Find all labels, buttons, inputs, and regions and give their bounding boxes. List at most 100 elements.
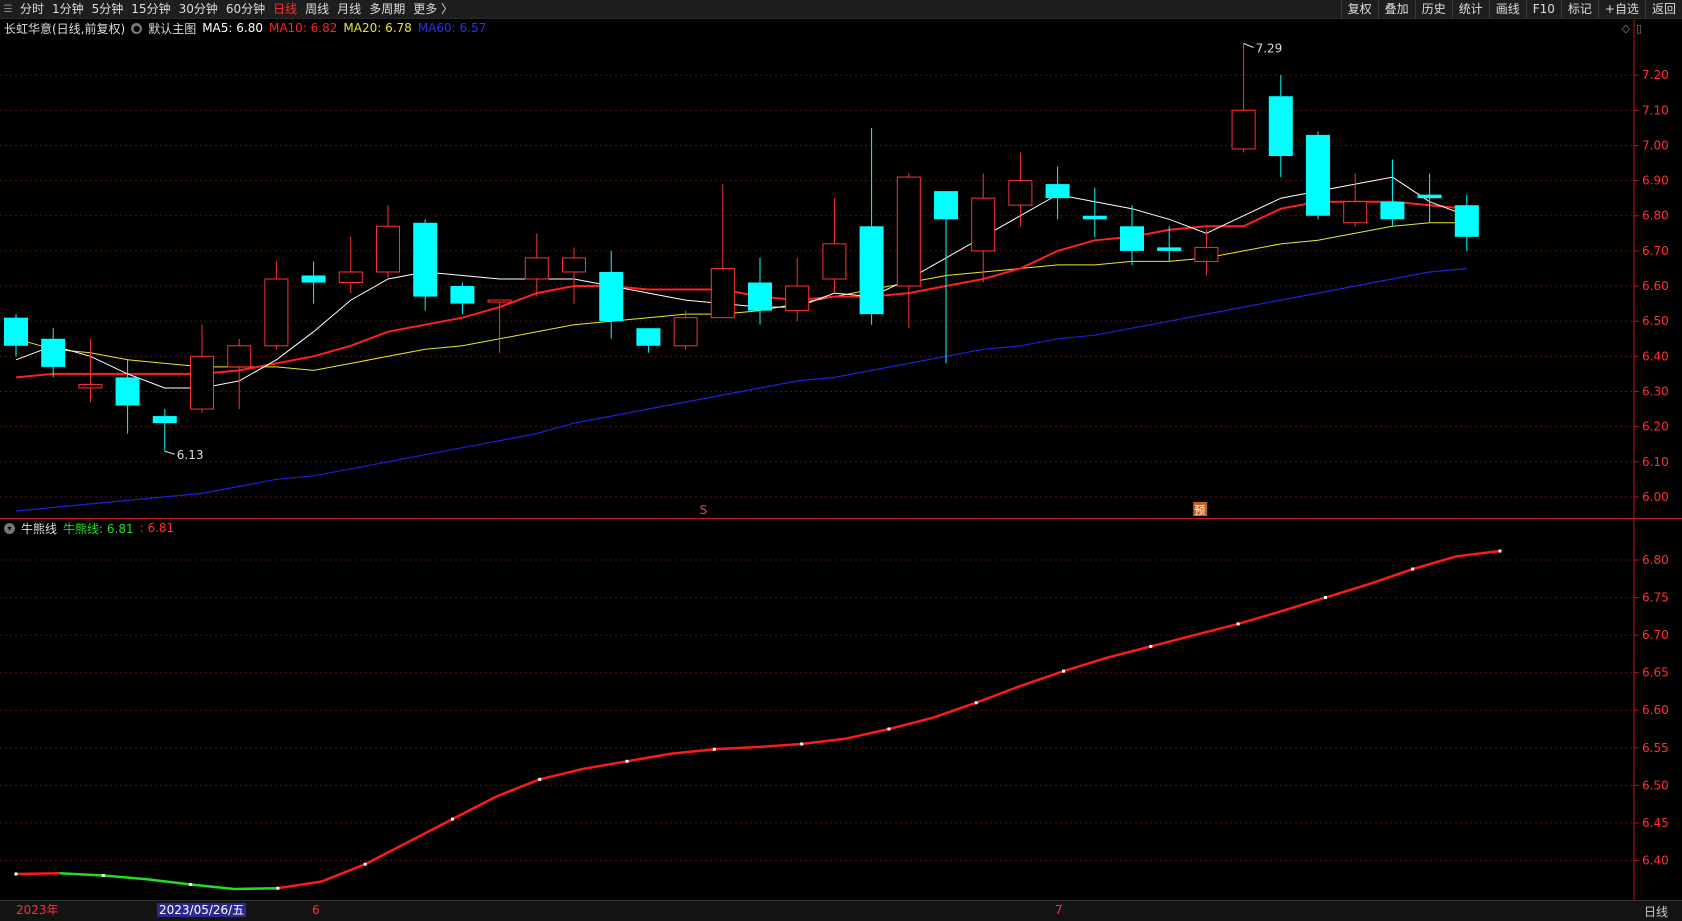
ma10-value: MA10: 6.82 (268, 21, 338, 35)
main-tick-label: 7.00 (1642, 138, 1669, 152)
sub-tick-label: 6.45 (1642, 816, 1669, 830)
sub-tick-label: 6.40 (1642, 853, 1669, 867)
sub-tick-label: 6.70 (1642, 628, 1669, 642)
candle-body (152, 416, 177, 424)
candle (450, 282, 475, 315)
indicator-dot (1323, 596, 1327, 600)
indicator-dot (450, 817, 454, 821)
candle (1268, 75, 1293, 178)
candle-body (413, 222, 438, 297)
candle (301, 261, 326, 304)
candle-body (524, 257, 549, 280)
candle-body (599, 271, 624, 322)
main-tick-label: 6.60 (1642, 279, 1669, 293)
candle (673, 310, 698, 350)
candle-body (227, 345, 252, 368)
candle-body (822, 243, 847, 280)
sub-tick-label: 6.55 (1642, 741, 1669, 755)
main-tick-label: 6.00 (1642, 490, 1669, 504)
candle (115, 359, 140, 434)
indicator-value: : 6.81 (139, 521, 175, 535)
indicator-dot (189, 882, 193, 886)
indicator-dot (625, 759, 629, 763)
main-tick-label: 6.10 (1642, 455, 1669, 469)
candle (896, 173, 921, 329)
settings-circle-icon[interactable]: ● (131, 22, 143, 34)
period-indicator[interactable]: 日线 (1644, 903, 1668, 920)
candle-body (1120, 226, 1144, 251)
window-icon[interactable]: ▯ (1636, 22, 1642, 35)
indicator-dot (363, 862, 367, 866)
kline-chart[interactable]: 6.00 6.10 6.20 6.30 6.40 6.50 6.60 6.70 6.80 6.90… (0, 0, 1682, 900)
indicator-dot (14, 872, 18, 876)
sub-tick-label: 6.65 (1642, 666, 1669, 680)
main-tick-label: 7.20 (1642, 68, 1669, 82)
indicator-dot (1411, 567, 1415, 571)
candle (227, 338, 252, 410)
candle (487, 299, 512, 353)
candle-body (264, 278, 289, 347)
main-tick-label: 7.10 (1642, 103, 1669, 117)
candle (524, 233, 549, 297)
candle (4, 314, 28, 357)
candle (748, 257, 772, 325)
indicator-toggle-icon[interactable]: ▾ (4, 522, 15, 534)
yu-signal-flag: 预 (1194, 504, 1205, 517)
main-tick-label: 6.20 (1642, 420, 1669, 434)
sub-tick-label: 6.60 (1642, 703, 1669, 717)
candle (785, 257, 810, 322)
year-label: 2023年 (16, 903, 59, 917)
indicator-dot (276, 886, 280, 890)
candle-body (1194, 246, 1219, 262)
candle-body (1008, 180, 1033, 206)
candle-body (1306, 134, 1330, 216)
candle-body (710, 267, 735, 319)
candle-body (1454, 205, 1479, 237)
candle (1045, 166, 1070, 220)
candle-body (673, 317, 698, 347)
indicator-dot (1236, 622, 1240, 626)
diamond-icon[interactable]: ◇ (1621, 22, 1629, 35)
indicator-dot (712, 747, 716, 751)
sub-tick-label: 6.80 (1642, 553, 1669, 567)
candle-body (1380, 201, 1405, 220)
indicator-dot (538, 777, 542, 781)
candle (376, 205, 400, 279)
candle-body (785, 285, 810, 312)
main-tick-label: 6.70 (1642, 244, 1669, 258)
candle (1343, 173, 1368, 227)
indicator-dot (1149, 644, 1153, 648)
candle-body (1157, 247, 1182, 251)
high-marker: 7.29 (1256, 42, 1283, 56)
stock-title: 长虹华意(日线,前复权) (4, 21, 126, 36)
candle-body (190, 355, 214, 410)
candle (1120, 205, 1144, 265)
main-tick-label: 6.80 (1642, 209, 1669, 223)
bull-line (277, 549, 1501, 890)
indicator-title[interactable]: 牛熊线 (21, 520, 57, 537)
candle (338, 236, 363, 294)
main-tick-label: 6.90 (1642, 174, 1669, 188)
candle-body (301, 275, 326, 283)
indicator-dot (974, 701, 978, 705)
candle-body (859, 226, 884, 315)
candle (599, 250, 624, 339)
candle (1306, 131, 1330, 220)
sub-chart-legend: ▾ 牛熊线 牛熊线: 6.81 : 6.81 (4, 520, 174, 536)
candle (1231, 43, 1256, 153)
main-tick-label: 6.30 (1642, 384, 1669, 398)
indicator-dot (887, 727, 891, 731)
low-pointer (164, 450, 175, 455)
ma5-value: MA5: 6.80 (202, 21, 263, 35)
month-7-label: 7 (1055, 903, 1063, 917)
candle-body (338, 271, 363, 284)
sub-tick-label: 6.50 (1642, 778, 1669, 792)
candle (859, 127, 884, 325)
indicator-dot (800, 742, 804, 746)
main-tick-label: 6.40 (1642, 349, 1669, 363)
template-label[interactable]: 默认主图 (148, 20, 196, 37)
indicator-dot (101, 873, 105, 877)
main-tick-label: 6.50 (1642, 314, 1669, 328)
candle-body (971, 197, 996, 252)
candle-body (1082, 215, 1107, 220)
